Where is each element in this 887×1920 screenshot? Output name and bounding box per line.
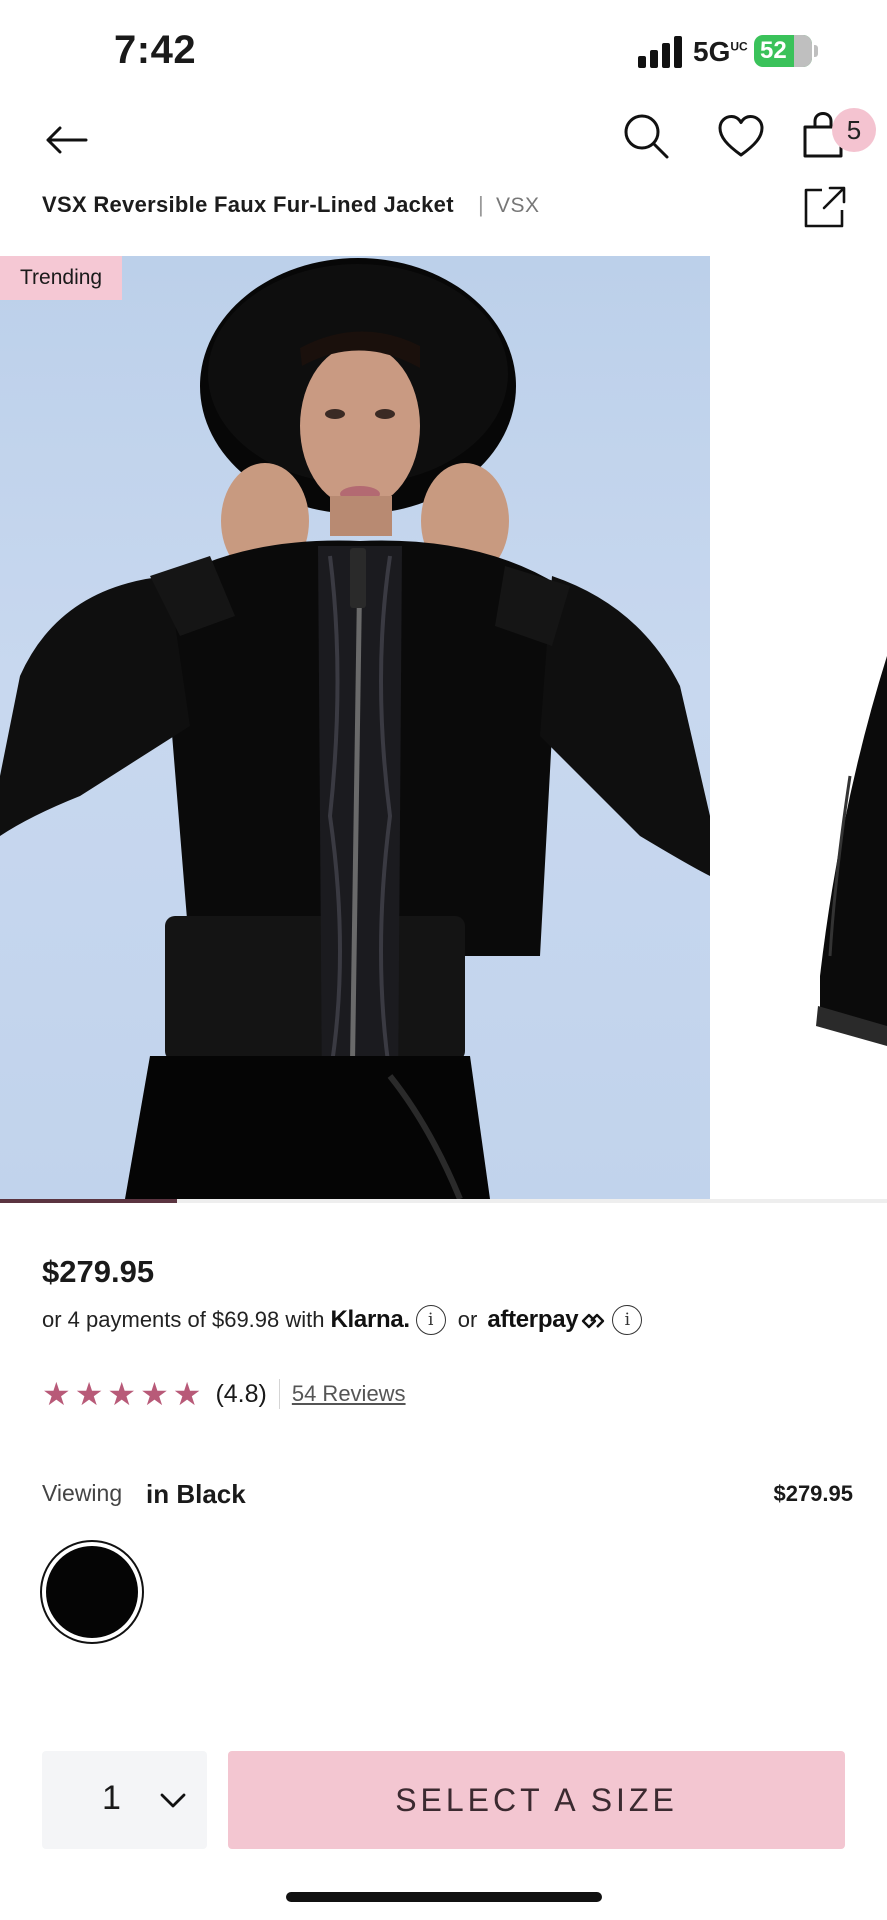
heart-icon bbox=[718, 115, 764, 157]
star-icon: ★ bbox=[107, 1376, 137, 1412]
status-time: 7:42 bbox=[114, 28, 197, 72]
top-nav bbox=[0, 100, 887, 190]
next-product-photo bbox=[816, 656, 887, 1046]
bag-count-badge[interactable]: 5 bbox=[832, 108, 876, 152]
wishlist-button[interactable] bbox=[713, 108, 769, 164]
battery-level: 52 bbox=[760, 37, 787, 64]
status-bar: 7:42 5GUC 52 bbox=[0, 0, 887, 100]
search-icon bbox=[624, 114, 669, 159]
payments-text: or 4 payments of $69.98 with bbox=[42, 1307, 325, 1332]
rating-stars: ★ ★ ★ ★ ★ bbox=[42, 1378, 201, 1410]
signal-icon bbox=[638, 36, 684, 68]
next-product-image[interactable] bbox=[710, 256, 887, 1199]
home-indicator bbox=[286, 1892, 602, 1902]
network-label: 5GUC bbox=[693, 36, 748, 67]
select-size-button[interactable]: SELECT A SIZE bbox=[228, 1751, 845, 1849]
viewing-label: Viewing bbox=[42, 1480, 123, 1506]
back-button[interactable] bbox=[36, 110, 96, 170]
star-icon: ★ bbox=[140, 1376, 169, 1412]
viewing-color: in Black bbox=[146, 1479, 246, 1509]
gallery-progress bbox=[0, 1199, 887, 1203]
star-icon: ★ bbox=[172, 1376, 202, 1412]
share-button[interactable] bbox=[800, 182, 850, 232]
battery-icon: 52 bbox=[754, 35, 812, 67]
product-price: $279.95 bbox=[42, 1254, 155, 1289]
afterpay-arrows-icon bbox=[582, 1313, 605, 1328]
afterpay-info-icon[interactable]: i bbox=[612, 1305, 643, 1335]
arrow-left-icon bbox=[46, 126, 88, 154]
share-icon bbox=[804, 186, 846, 228]
product-title-row: VSX Reversible Faux Fur-Lined Jacket | V… bbox=[0, 186, 887, 256]
variant-price: $279.95 bbox=[773, 1481, 853, 1506]
rating-row: ★ ★ ★ ★ ★ (4.8) 54 Reviews bbox=[42, 1374, 406, 1414]
product-photo bbox=[0, 258, 710, 1199]
swatch-fill bbox=[46, 1546, 138, 1638]
product-title: VSX Reversible Faux Fur-Lined Jacket bbox=[42, 192, 454, 217]
quantity-value: 1 bbox=[102, 1779, 121, 1817]
rating-divider bbox=[278, 1379, 280, 1409]
product-image[interactable]: Trending bbox=[0, 256, 710, 1199]
klarna-info-icon[interactable]: i bbox=[415, 1305, 446, 1335]
star-icon: ★ bbox=[74, 1376, 104, 1412]
installment-payments: or 4 payments of $69.98 with Klarna. i o… bbox=[42, 1303, 643, 1337]
rating-value: (4.8) bbox=[215, 1379, 267, 1408]
reviews-link[interactable]: 54 Reviews bbox=[292, 1381, 406, 1407]
afterpay-logo: afterpay bbox=[487, 1306, 606, 1334]
gallery-progress-fill bbox=[0, 1199, 178, 1203]
color-swatch-black[interactable] bbox=[40, 1540, 144, 1644]
quantity-selector[interactable]: 1 bbox=[42, 1751, 207, 1849]
trending-badge: Trending bbox=[0, 256, 123, 300]
chevron-down-icon bbox=[160, 1793, 186, 1808]
title-separator: | bbox=[478, 192, 484, 217]
payments-or-text: or bbox=[457, 1307, 478, 1332]
search-button[interactable] bbox=[618, 108, 674, 164]
star-icon: ★ bbox=[42, 1376, 71, 1412]
klarna-logo: Klarna. bbox=[330, 1306, 411, 1333]
brand-name: VSX bbox=[496, 194, 540, 217]
product-gallery[interactable]: Trending bbox=[0, 256, 887, 1199]
